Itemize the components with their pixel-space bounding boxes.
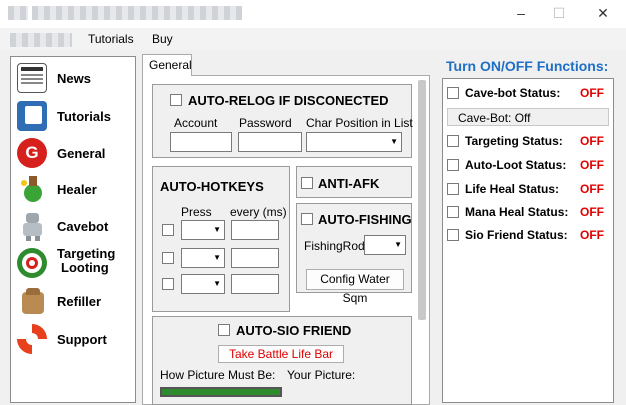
functions-panel: Cave-bot Status: OFF Cave-Bot: Off Targe…	[442, 78, 614, 403]
nav-item-tutorials[interactable]: Tutorials	[15, 99, 133, 133]
auto-relog-title: AUTO-RELOG IF DISCONECTED	[188, 93, 389, 108]
cavebot-status-checkbox[interactable]	[447, 87, 459, 99]
targeting-status-value: OFF	[580, 134, 604, 148]
auto-loot-status-label: Auto-Loot Status:	[465, 158, 567, 172]
cavebot-status-label: Cave-bot Status:	[465, 86, 561, 100]
config-water-sqm-button[interactable]: Config Water Sqm	[306, 269, 404, 305]
nav-item-support[interactable]: Support	[15, 322, 133, 356]
robot-icon	[17, 211, 47, 241]
nav-label: Healer	[57, 182, 97, 197]
chevron-down-icon: ▼	[213, 279, 221, 288]
hotkey-3-interval[interactable]	[231, 274, 279, 294]
targeting-status-label: Targeting Status:	[465, 134, 563, 148]
sio-friend-status-value: OFF	[580, 228, 604, 242]
chevron-down-icon: ▼	[390, 137, 398, 146]
potion-icon	[17, 174, 47, 204]
char-position-select[interactable]: ▼	[306, 132, 402, 152]
lifebuoy-icon	[17, 324, 47, 354]
hotkey-2-interval[interactable]	[231, 248, 279, 268]
auto-fishing-checkbox[interactable]	[301, 213, 313, 225]
tab-general[interactable]: General	[142, 54, 192, 76]
hotkey-2-checkbox[interactable]	[162, 252, 174, 264]
hotkey-1-interval[interactable]	[231, 220, 279, 240]
sio-friend-status-label: Sio Friend Status:	[465, 228, 568, 242]
auto-loot-status-checkbox[interactable]	[447, 159, 459, 171]
auto-sio-title: AUTO-SIO FRIEND	[236, 323, 352, 338]
nav-item-news[interactable]: News	[15, 61, 133, 95]
hotkey-3-key-select[interactable]: ▼	[181, 274, 225, 294]
how-picture-label: How Picture Must Be:	[160, 368, 276, 382]
auto-relog-checkbox[interactable]	[170, 94, 182, 106]
your-picture-label: Your Picture:	[287, 368, 356, 382]
hotkey-1-key-select[interactable]: ▼	[181, 220, 225, 240]
password-label: Password	[239, 116, 292, 130]
password-field[interactable]	[238, 132, 302, 152]
nav-label: Cavebot	[57, 219, 109, 234]
nav-panel: News Tutorials G General Healer Cavebot	[10, 56, 136, 403]
hotkey-2-key-select[interactable]: ▼	[181, 248, 225, 268]
auto-fishing-title: AUTO-FISHING	[318, 212, 412, 227]
mana-heal-status-value: OFF	[580, 205, 604, 219]
chevron-down-icon: ▼	[394, 240, 402, 249]
app-title-blurred	[8, 6, 28, 20]
life-heal-status-value: OFF	[580, 182, 604, 196]
life-bar-sample	[160, 387, 282, 397]
auto-sio-checkbox[interactable]	[218, 324, 230, 336]
general-tab-scrollbar[interactable]	[418, 80, 426, 320]
maximize-button[interactable]: ☐	[548, 4, 570, 22]
every-ms-label: every (ms)	[230, 205, 287, 219]
nav-item-targeting-looting[interactable]: Targeting Looting	[15, 245, 133, 281]
cavebot-status-value: OFF	[580, 86, 604, 100]
life-heal-status-checkbox[interactable]	[447, 183, 459, 195]
anti-afk-checkbox[interactable]	[301, 177, 313, 189]
nav-label: Targeting	[57, 246, 116, 261]
book-icon	[17, 101, 47, 131]
nav-label: Support	[57, 332, 107, 347]
account-label: Account	[174, 116, 218, 130]
fishing-rod-select[interactable]: ▼	[364, 235, 406, 255]
life-heal-status-label: Life Heal Status:	[465, 182, 560, 196]
nav-item-cavebot[interactable]: Cavebot	[15, 209, 133, 243]
backpack-icon	[17, 286, 47, 316]
window-title-blurred	[32, 6, 242, 20]
newspaper-icon	[17, 63, 47, 93]
menu-buy[interactable]: Buy	[152, 32, 173, 46]
mana-heal-status-label: Mana Heal Status:	[465, 205, 569, 219]
targeting-status-checkbox[interactable]	[447, 135, 459, 147]
auto-loot-status-value: OFF	[580, 158, 604, 172]
nav-item-general[interactable]: G General	[15, 136, 133, 170]
nav-item-healer[interactable]: Healer	[15, 172, 133, 206]
nav-label: Tutorials	[57, 109, 111, 124]
hotkey-1-checkbox[interactable]	[162, 224, 174, 236]
chevron-down-icon: ▼	[213, 253, 221, 262]
menu-tutorials[interactable]: Tutorials	[88, 32, 134, 46]
char-position-label: Char Position in List	[306, 116, 413, 130]
target-icon	[17, 248, 47, 278]
close-button[interactable]: ✕	[592, 4, 614, 22]
take-battle-life-bar-button[interactable]: Take Battle Life Bar	[218, 345, 344, 363]
fishing-rod-label: FishingRod	[304, 239, 365, 253]
nav-label: Refiller	[57, 294, 102, 309]
functions-heading: Turn ON/OFF Functions:	[446, 58, 609, 74]
nav-item-refiller[interactable]: Refiller	[15, 284, 133, 318]
press-label: Press	[181, 205, 212, 219]
sio-friend-status-checkbox[interactable]	[447, 229, 459, 241]
nav-label-2: Looting	[61, 260, 109, 275]
auto-hotkeys-title: AUTO-HOTKEYS	[160, 179, 264, 194]
cavebot-status-field: Cave-Bot: Off	[447, 108, 609, 126]
general-g-icon: G	[17, 138, 47, 168]
chevron-down-icon: ▼	[213, 225, 221, 234]
account-field[interactable]	[170, 132, 232, 152]
menu-item-blurred[interactable]	[10, 33, 72, 47]
mana-heal-status-checkbox[interactable]	[447, 206, 459, 218]
nav-label: News	[57, 71, 91, 86]
hotkey-3-checkbox[interactable]	[162, 278, 174, 290]
minimize-button[interactable]: –	[510, 4, 532, 22]
nav-label: General	[57, 146, 106, 161]
anti-afk-title: ANTI-AFK	[318, 176, 380, 191]
